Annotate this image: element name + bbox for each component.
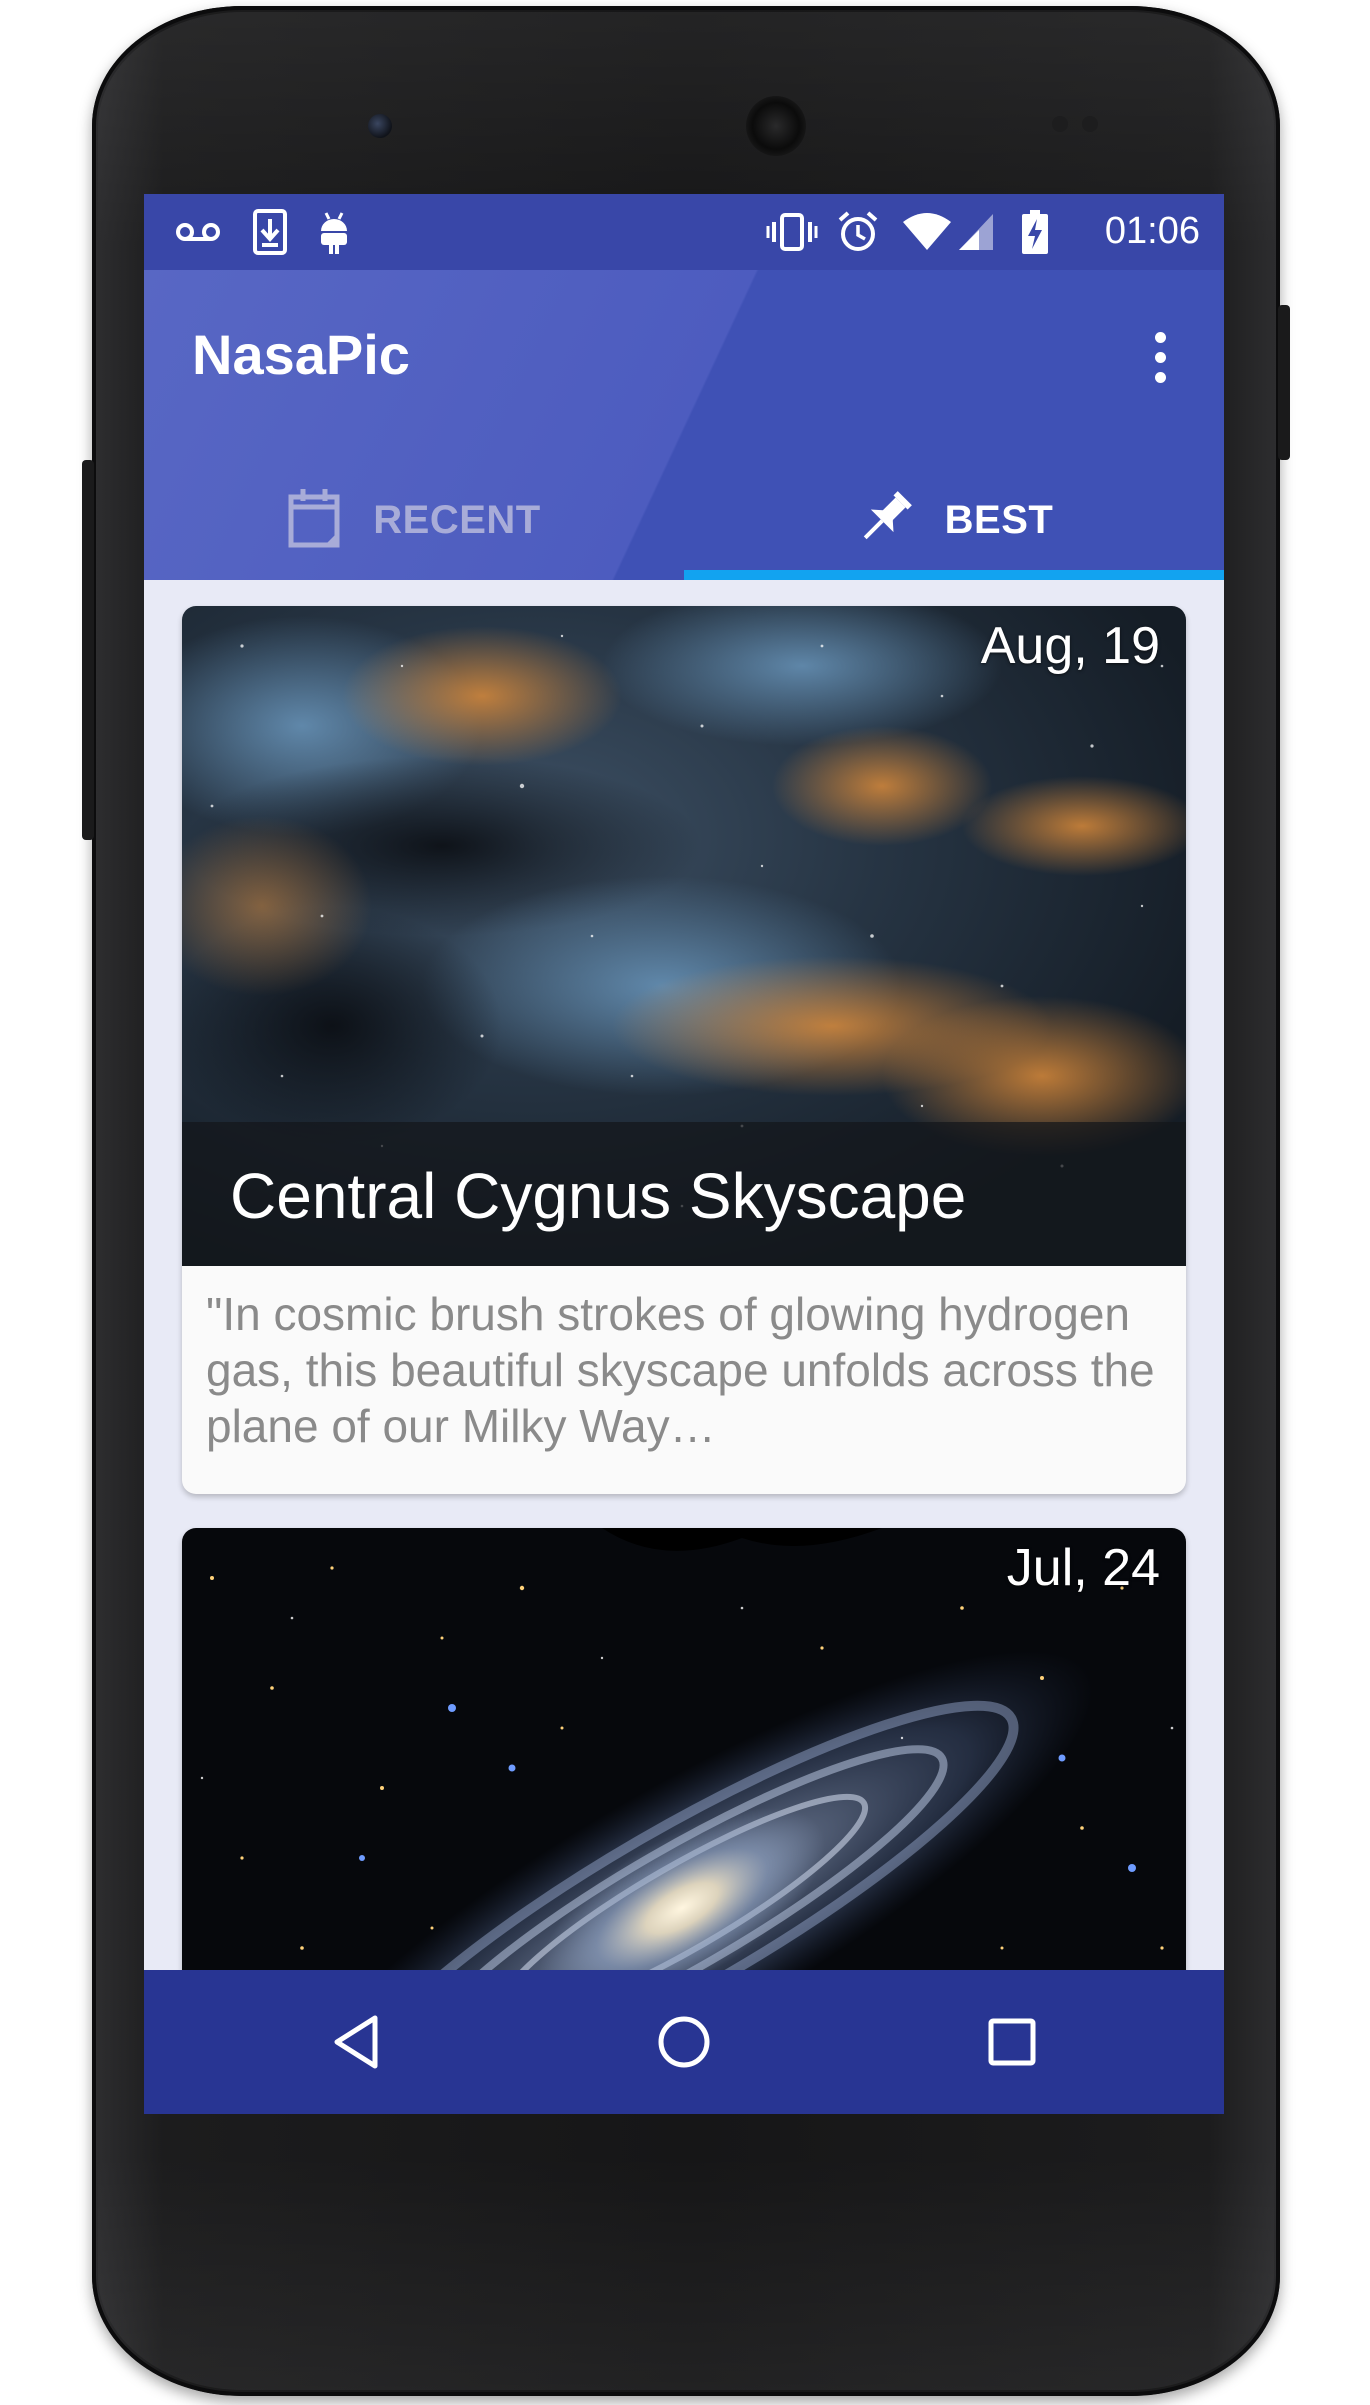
app-bar: NasaPic RECENT BEST [144, 270, 1224, 580]
tab-best[interactable]: BEST [684, 460, 1224, 580]
home-icon[interactable] [584, 1970, 784, 2114]
status-time: 01:06 [1104, 210, 1200, 252]
signal-icon [956, 208, 996, 256]
light-sensor [1082, 116, 1098, 132]
calendar-icon [287, 487, 343, 553]
picture-list[interactable]: Aug, 19 Central Cygnus Skyscape "In cosm… [144, 580, 1224, 1970]
tab-indicator [684, 570, 1224, 580]
status-bar: 01:06 [144, 194, 1224, 270]
card-date: Jul, 24 [1006, 1539, 1160, 1597]
tab-recent[interactable]: RECENT [144, 460, 684, 580]
picture-card[interactable]: Jul, 24 [182, 1528, 1186, 1970]
voicemail-icon [174, 208, 222, 256]
wifi-icon [900, 208, 954, 256]
pin-icon [855, 488, 915, 552]
tab-best-label: BEST [944, 497, 1054, 542]
card-title: Central Cygnus Skyscape [230, 1160, 967, 1232]
screen: 01:06 NasaPic RECENT BEST Aug, 19 Centra… [144, 194, 1224, 2114]
volume-button [82, 460, 94, 840]
app-title: NasaPic [192, 323, 410, 386]
card-date: Aug, 19 [980, 617, 1160, 675]
picture-card[interactable]: Aug, 19 Central Cygnus Skyscape "In cosm… [182, 606, 1186, 1494]
download-icon [250, 208, 290, 256]
proximity-sensor [1052, 116, 1068, 132]
tab-bar: RECENT BEST [144, 460, 1224, 580]
vibrate-icon [764, 208, 820, 256]
alarm-icon [834, 208, 882, 256]
front-camera [368, 114, 392, 138]
recents-icon[interactable] [912, 1970, 1112, 2114]
tab-recent-label: RECENT [373, 497, 541, 542]
more-vert-icon[interactable] [1140, 322, 1180, 392]
card-title-bar: Central Cygnus Skyscape [182, 1122, 1186, 1266]
earpiece-speaker [746, 96, 806, 156]
battery-charging-icon [1018, 208, 1052, 256]
android-icon [314, 208, 354, 256]
navigation-bar [144, 1970, 1224, 2114]
back-icon[interactable] [256, 1970, 456, 2114]
power-button [1278, 305, 1290, 460]
card-description: "In cosmic brush strokes of glowing hydr… [206, 1288, 1155, 1452]
